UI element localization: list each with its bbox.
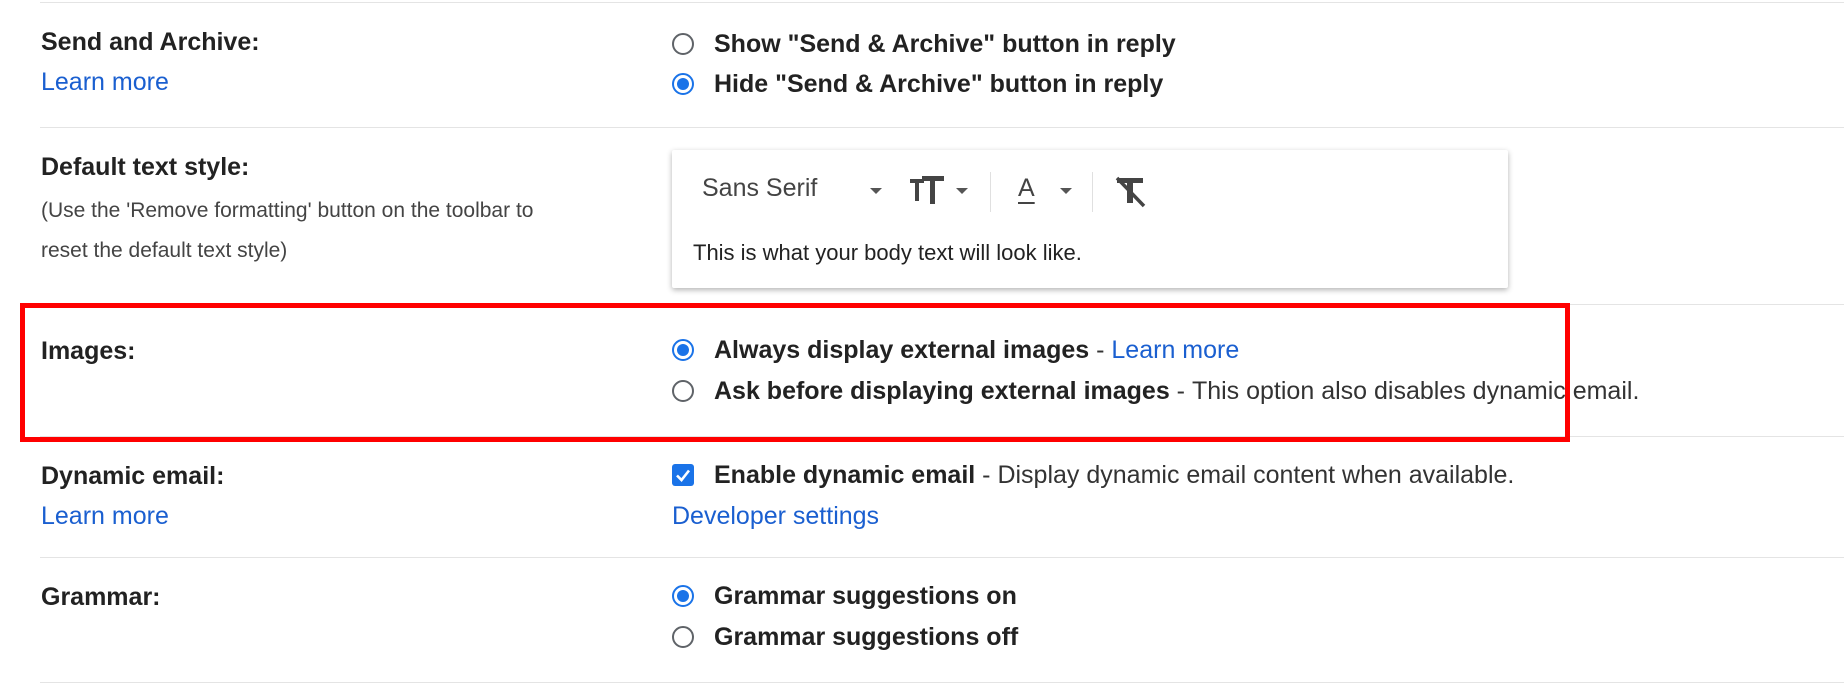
hide-send-archive-option[interactable]: Hide "Send & Archive" button in reply: [672, 67, 1163, 101]
dynamic-email-label: Dynamic email:: [41, 462, 225, 490]
send-archive-label: Send and Archive:: [41, 28, 260, 56]
radio-selected[interactable]: [672, 73, 694, 95]
font-family-caret-icon[interactable]: [870, 188, 882, 194]
toolbar-separator: [990, 172, 991, 212]
grammar-on-option[interactable]: Grammar suggestions on: [672, 579, 1017, 613]
radio-unselected[interactable]: [672, 33, 694, 55]
option-separator: -: [975, 460, 998, 489]
radio-selected[interactable]: [672, 585, 694, 607]
row-divider: [40, 127, 1844, 128]
preview-text: This is what your body text will look li…: [693, 240, 1082, 265]
font-size-icon[interactable]: [910, 176, 946, 208]
option-description: Display dynamic email content when avail…: [997, 460, 1515, 489]
text-style-label: Default text style:: [41, 153, 250, 181]
text-style-note-line-2: reset the default text style): [41, 239, 288, 262]
option-label: Grammar suggestions on: [714, 581, 1017, 610]
checkbox-checked[interactable]: [672, 464, 694, 486]
grammar-off-option[interactable]: Grammar suggestions off: [672, 620, 1018, 654]
font-family-select[interactable]: Sans Serif: [702, 174, 817, 203]
send-archive-learn-more-link[interactable]: Learn more: [41, 68, 169, 97]
option-label: Enable dynamic email: [714, 460, 976, 489]
text-color-caret-icon[interactable]: [1060, 188, 1072, 194]
font-size-caret-icon[interactable]: [956, 188, 968, 194]
highlight-box: [20, 303, 1570, 442]
option-label: Hide "Send & Archive" button in reply: [714, 69, 1164, 98]
text-color-icon[interactable]: A: [1018, 174, 1035, 203]
radio-unselected[interactable]: [672, 626, 694, 648]
toolbar-separator: [1092, 172, 1093, 212]
text-style-note-line-1: (Use the 'Remove formatting' button on t…: [41, 199, 534, 222]
text-style-editor: Sans Serif A This is what your body text…: [672, 150, 1508, 288]
dynamic-email-learn-more-link[interactable]: Learn more: [41, 502, 169, 531]
developer-settings-link[interactable]: Developer settings: [672, 502, 879, 531]
checkmark-icon: [676, 469, 691, 482]
option-label: Show "Send & Archive" button in reply: [714, 29, 1176, 58]
grammar-label: Grammar:: [41, 583, 161, 611]
remove-formatting-icon[interactable]: [1114, 176, 1148, 208]
option-label: Grammar suggestions off: [714, 622, 1019, 651]
row-divider: [40, 557, 1844, 558]
show-send-archive-option[interactable]: Show "Send & Archive" button in reply: [672, 27, 1176, 61]
row-divider: [40, 682, 1844, 683]
enable-dynamic-email-option[interactable]: Enable dynamic email - Display dynamic e…: [672, 458, 1514, 492]
row-divider: [40, 2, 1844, 3]
